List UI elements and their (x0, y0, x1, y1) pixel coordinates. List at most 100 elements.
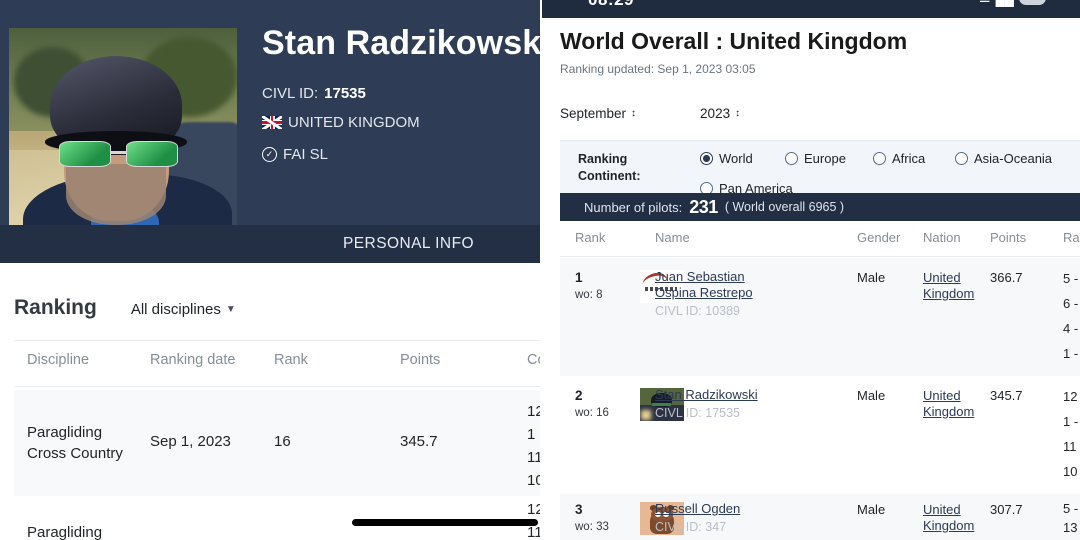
discipline-filter-dropdown[interactable]: All disciplines ▼ (131, 301, 236, 318)
cell-ranking-date: Sep 1, 2023 (150, 433, 231, 450)
radio-dot-icon (785, 152, 798, 165)
column-header-discipline: Discipline (27, 352, 90, 368)
screenshot-root: Stan Radzikowski CIVL ID: 17535 UNITED K… (0, 0, 1080, 540)
column-header-competitions: Co (527, 352, 540, 368)
cell-discipline: Paragliding Cross Country (27, 424, 123, 462)
cell-competitions: 12 1 - 11 10 (527, 403, 540, 489)
cell-discipline: Paragliding (27, 524, 103, 540)
panel-divider (540, 0, 542, 540)
table-row[interactable]: Paragliding Cross Country Sep 1, 2023 16… (14, 390, 540, 496)
ranking-page-title: World Overall : United Kingdom (560, 28, 908, 54)
column-header-points: Points (400, 352, 441, 368)
month-select[interactable]: September ↕ (560, 106, 636, 121)
ranking-table-header-rule (14, 386, 540, 387)
result-entry: 13 - 93.4 (1063, 520, 1080, 535)
continent-radio-row-1: World Europe Africa Asia-Oceania (700, 151, 1065, 166)
radio-africa-label: Africa (892, 151, 926, 166)
horizontal-scrollbar[interactable] (352, 519, 538, 526)
radio-world[interactable]: World (700, 151, 785, 166)
right-ranking-panel: 08:29 ☰ ██ World Overall : United Kingdo… (540, 0, 1080, 540)
cell-nation[interactable]: United Kingdom (923, 388, 974, 419)
tab-personal-info-label: PERSONAL INFO (342, 235, 474, 252)
uk-flag-icon (262, 116, 282, 129)
column-header-rank: Rank (274, 352, 308, 368)
result-entry: 11 - 83.2 (1063, 439, 1080, 454)
cell-weeks-on: wo: 8 (575, 289, 603, 301)
cell-weeks-on: wo: 33 (575, 521, 609, 533)
year-select-value: 2023 (700, 106, 731, 121)
pilots-count: 231 (689, 196, 718, 217)
cell-rank: 1 (575, 270, 583, 285)
cell-pilot-name[interactable]: Juan Sebastian Ospina Restrepo (655, 269, 775, 301)
table-row[interactable]: 2 wo: 16 Stan Radzikowski CIVL ID: 17535… (560, 376, 1080, 494)
wifi-icon: ☰ (979, 0, 991, 6)
number-of-pilots-bar: Number of pilots: 231 ( World overall 69… (560, 193, 1080, 221)
cell-civl-id: CIVL ID: 17535 (655, 406, 741, 420)
ranking-title: Ranking (14, 296, 97, 319)
radio-africa[interactable]: Africa (873, 151, 955, 166)
table-row[interactable]: 1 wo: 8 Juan Sebastian Ospina Restrepo C… (560, 258, 1080, 376)
up-down-icon: ↕ (735, 108, 741, 119)
cell-pilot-name[interactable]: Russell Ogden (655, 501, 775, 517)
ranking-header: Ranking All disciplines ▼ (0, 296, 540, 320)
column-header-ranking-date: Ranking date (150, 352, 236, 368)
radio-asia-oceania[interactable]: Asia-Oceania (955, 151, 1065, 166)
status-bar: 08:29 ☰ ██ (540, 0, 1080, 18)
profile-card: Stan Radzikowski CIVL ID: 17535 UNITED K… (0, 0, 540, 263)
civl-id-row: CIVL ID: 17535 (262, 85, 366, 102)
cell-civl-id: CIVL ID: 347 (655, 520, 727, 534)
civl-id-label: CIVL ID: (262, 85, 319, 102)
ranking-table-header: Discipline Ranking date Rank Points Co (0, 352, 540, 384)
left-profile-panel: Stan Radzikowski CIVL ID: 17535 UNITED K… (0, 0, 540, 540)
result-entry: 12 - 94.8 (1063, 389, 1080, 404)
column-header-rank: Rank (575, 230, 606, 245)
result-entry: 10 - 79.7 (1063, 464, 1080, 479)
cell-points: 345.7 (400, 433, 438, 450)
month-select-value: September (560, 106, 627, 121)
page-title: Stan Radzikowski (262, 24, 540, 62)
status-bar-icons: ☰ ██ (979, 0, 1046, 6)
radio-dot-icon (700, 152, 713, 165)
result-entry: 5 - 105.0 (1063, 501, 1080, 516)
cell-gender: Male (857, 502, 886, 517)
cell-rank: 2 (575, 388, 583, 403)
fai-badge-row: ✓ FAI SL (262, 146, 328, 163)
tab-personal-info[interactable]: PERSONAL INFO (0, 225, 540, 263)
ranking-updated-text: Ranking updated: Sep 1, 2023 03:05 (560, 62, 756, 76)
cell-gender: Male (857, 388, 886, 403)
cell-rank-results: 12 - 94.8 1 - 88.0 11 - 83.2 10 - 79.7 (1063, 384, 1080, 484)
cell-rank: 3 (575, 502, 583, 517)
pilots-label: Number of pilots: (584, 199, 683, 215)
cell-points: 345.7 (990, 388, 1023, 403)
cell-civl-id: CIVL ID: 10389 (655, 304, 741, 318)
table-row[interactable]: 3 wo: 33 Russell Ogden CIVL ID: 347 Male… (560, 494, 1080, 540)
radio-europe[interactable]: Europe (785, 151, 873, 166)
radio-asia-oceania-label: Asia-Oceania (974, 151, 1053, 166)
cell-nation[interactable]: United Kingdom (923, 502, 974, 533)
radio-europe-label: Europe (804, 151, 846, 166)
radio-dot-icon (955, 152, 968, 165)
result-entry: 5 - 104.2 (1063, 271, 1080, 286)
result-entry: 4 - 83.8 (1063, 321, 1080, 336)
cell-rank-results: 5 - 104.2 6 - 102.6 4 - 83.8 1 - 76.1 (1063, 266, 1080, 366)
cell-rank: 16 (274, 433, 291, 450)
year-select[interactable]: 2023 ↕ (700, 106, 740, 121)
chevron-down-icon: ▼ (225, 304, 236, 315)
column-header-rank-results: Rank / R (1063, 230, 1080, 245)
cell-nation[interactable]: United Kingdom (923, 270, 974, 301)
cell-points: 366.7 (990, 270, 1023, 285)
civl-id-value: 17535 (324, 85, 366, 102)
ranking-divider (14, 340, 540, 341)
ranking-list-header: Rank Name Gender Nation Points Rank / R (560, 230, 1080, 256)
result-entry: 1 - 76.1 (1063, 346, 1080, 361)
nation-label: UNITED KINGDOM (288, 114, 420, 131)
discipline-filter-label: All disciplines (130, 301, 221, 318)
check-circle-icon: ✓ (262, 147, 277, 162)
cell-weeks-on: wo: 16 (575, 407, 609, 419)
column-header-gender: Gender (857, 230, 901, 245)
fai-badge-label: FAI SL (283, 146, 329, 163)
radio-dot-icon (873, 152, 886, 165)
cell-rank-results: 5 - 105.0 13 - 93.4 1 - 65.3 (1063, 499, 1080, 540)
continent-filter-label: Ranking Continent: (578, 152, 641, 183)
cell-pilot-name[interactable]: Stan Radzikowski (655, 387, 775, 403)
